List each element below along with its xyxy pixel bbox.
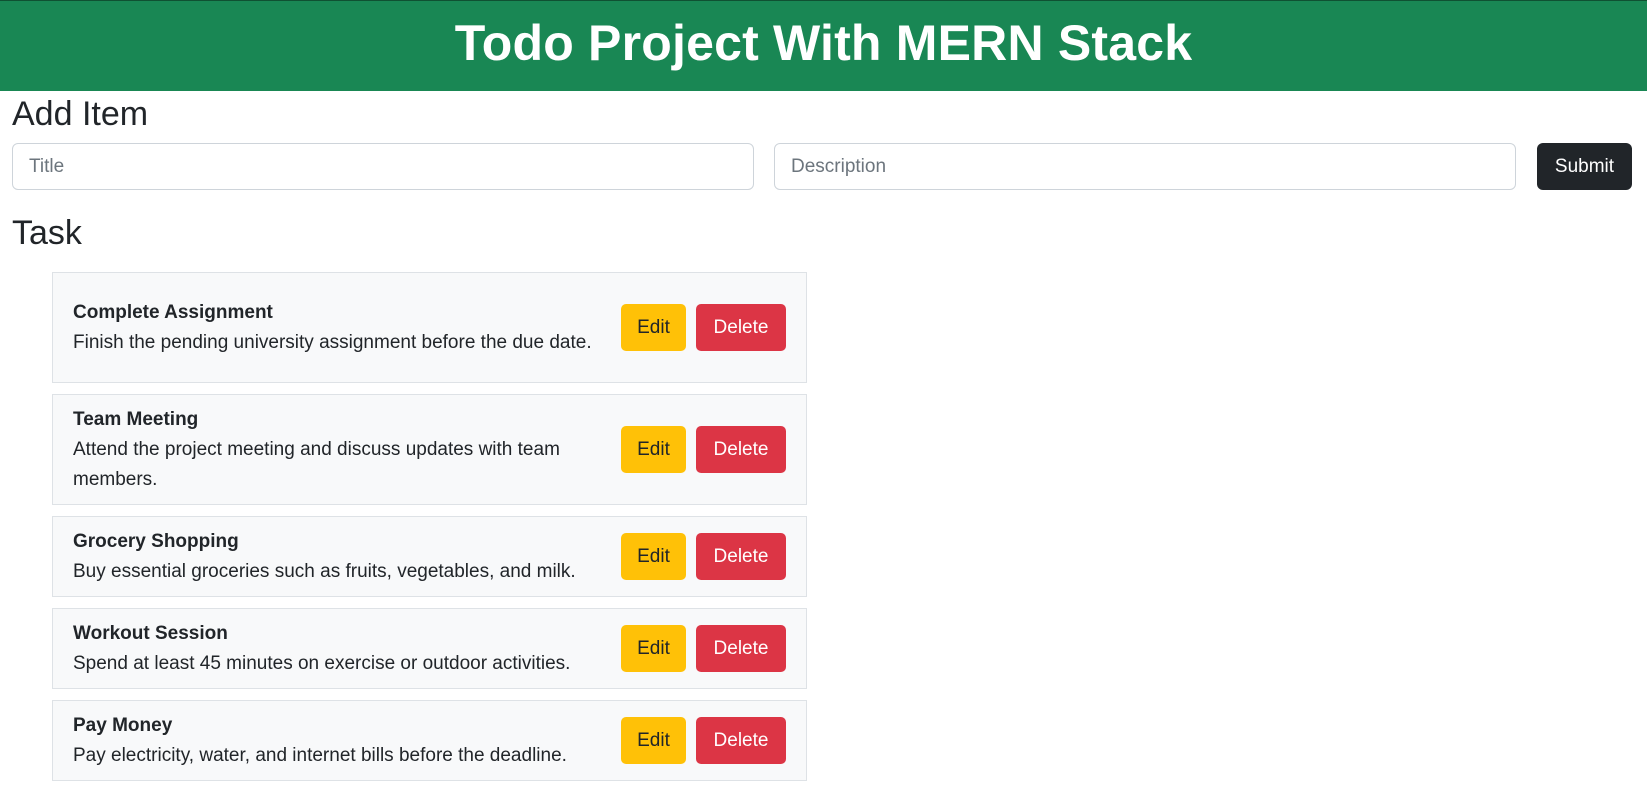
task-list: Complete Assignment Finish the pending u… (52, 272, 807, 792)
task-text: Pay Money Pay electricity, water, and in… (73, 711, 593, 771)
task-text: Team Meeting Attend the project meeting … (73, 405, 593, 495)
task-description: Attend the project meeting and discuss u… (73, 438, 560, 490)
task-title: Pay Money (73, 714, 173, 736)
description-input[interactable] (774, 143, 1516, 190)
task-actions: Edit Delete (621, 426, 786, 473)
task-actions: Edit Delete (621, 625, 786, 672)
task-heading: Task (12, 214, 82, 252)
delete-button[interactable]: Delete (696, 426, 786, 473)
delete-button[interactable]: Delete (696, 533, 786, 580)
task-item: Workout Session Spend at least 45 minute… (52, 608, 807, 689)
task-text: Complete Assignment Finish the pending u… (73, 298, 593, 358)
edit-button[interactable]: Edit (621, 304, 686, 351)
delete-button[interactable]: Delete (696, 717, 786, 764)
page-title: Todo Project With MERN Stack (454, 15, 1193, 71)
submit-button[interactable]: Submit (1537, 143, 1632, 190)
add-item-heading: Add Item (12, 95, 149, 133)
task-title: Workout Session (73, 622, 228, 644)
delete-button[interactable]: Delete (696, 625, 786, 672)
task-actions: Edit Delete (621, 717, 786, 764)
task-item: Team Meeting Attend the project meeting … (52, 394, 807, 505)
edit-button[interactable]: Edit (621, 426, 686, 473)
task-description: Spend at least 45 minutes on exercise or… (73, 652, 571, 674)
task-text: Workout Session Spend at least 45 minute… (73, 619, 593, 679)
task-item: Pay Money Pay electricity, water, and in… (52, 700, 807, 781)
task-title: Complete Assignment (73, 301, 273, 323)
delete-button[interactable]: Delete (696, 304, 786, 351)
task-description: Finish the pending university assignment… (73, 331, 592, 353)
task-item: Complete Assignment Finish the pending u… (52, 272, 807, 383)
task-title: Grocery Shopping (73, 530, 239, 552)
task-actions: Edit Delete (621, 304, 786, 351)
task-title: Team Meeting (73, 408, 199, 430)
task-actions: Edit Delete (621, 533, 786, 580)
edit-button[interactable]: Edit (621, 717, 686, 764)
edit-button[interactable]: Edit (621, 625, 686, 672)
task-description: Pay electricity, water, and internet bil… (73, 744, 567, 766)
edit-button[interactable]: Edit (621, 533, 686, 580)
task-text: Grocery Shopping Buy essential groceries… (73, 527, 593, 587)
task-description: Buy essential groceries such as fruits, … (73, 560, 576, 582)
task-item: Grocery Shopping Buy essential groceries… (52, 516, 807, 597)
title-input[interactable] (12, 143, 754, 190)
app-header: Todo Project With MERN Stack (0, 0, 1647, 91)
